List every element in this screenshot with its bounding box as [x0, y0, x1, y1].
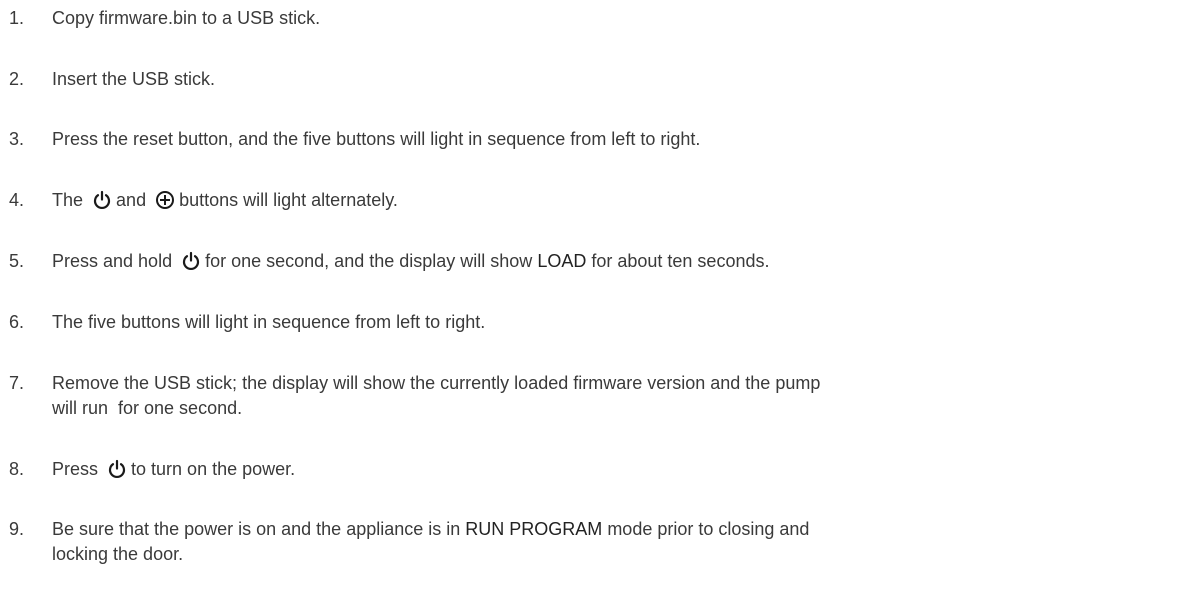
- step-text: The five buttons will light in sequence …: [52, 312, 486, 332]
- step-text-post: for about ten seconds.: [591, 251, 770, 271]
- step-number: 1.: [9, 8, 25, 28]
- step-number: 3.: [9, 129, 25, 149]
- step-number: 4.: [9, 190, 25, 210]
- step-3: 3. Press the reset button, and the five …: [9, 127, 1189, 152]
- step-text: Press to turn on the power.: [52, 457, 1189, 482]
- step-text-pre: Press: [52, 459, 99, 479]
- step-text-post: to turn on the power.: [131, 459, 296, 479]
- step-7: 7. Remove the USB stick; the display wil…: [9, 371, 1189, 421]
- step-number: 8.: [9, 459, 25, 479]
- step-number: 7.: [9, 373, 25, 393]
- step-2: 2. Insert the USB stick.: [9, 67, 1189, 92]
- step-text: The and buttons will light alternately.: [52, 188, 1189, 213]
- step-number: 5.: [9, 251, 25, 271]
- step-text-mid: for one second, and the display will sho…: [205, 251, 533, 271]
- step-text-line2: locking the door.: [52, 544, 184, 564]
- step-text: Copy firmware.bin to a USB stick.: [52, 8, 321, 28]
- step-text: Press and hold for one second, and the d…: [52, 249, 1189, 274]
- step-text-pre: Be sure that the power is on and the app…: [52, 519, 461, 539]
- step-9: 9. Be sure that the power is on and the …: [9, 517, 1189, 567]
- step-number: 9.: [9, 519, 25, 539]
- step-text: Insert the USB stick.: [52, 69, 216, 89]
- step-text: Be sure that the power is on and the app…: [52, 517, 1189, 567]
- power-icon: [107, 459, 127, 479]
- step-text: Press the reset button, and the five but…: [52, 129, 701, 149]
- step-text-post: mode prior to closing and: [607, 519, 810, 539]
- step-text-pre: The: [52, 190, 84, 210]
- mode-keyword: RUN PROGRAM: [465, 519, 603, 539]
- step-1: 1. Copy firmware.bin to a USB stick.: [9, 6, 1189, 31]
- step-text-post: buttons will light alternately.: [179, 190, 398, 210]
- display-keyword: LOAD: [537, 251, 587, 271]
- step-text-line1: Remove the USB stick; the display will s…: [52, 373, 821, 393]
- step-text: Remove the USB stick; the display will s…: [52, 371, 1189, 421]
- step-text-mid: and: [116, 190, 147, 210]
- step-number: 2.: [9, 69, 25, 89]
- power-icon: [181, 251, 201, 271]
- step-8: 8. Press to turn on the power.: [9, 457, 1189, 482]
- step-number: 6.: [9, 312, 25, 332]
- circled-plus-icon: [155, 190, 175, 210]
- step-text-line2: will run for one second.: [52, 398, 243, 418]
- step-5: 5. Press and hold for one second, and th…: [9, 249, 1189, 274]
- power-icon: [92, 190, 112, 210]
- step-6: 6. The five buttons will light in sequen…: [9, 310, 1189, 335]
- step-4: 4. The and buttons will light alternatel…: [9, 188, 1189, 213]
- step-text-pre: Press and hold: [52, 251, 173, 271]
